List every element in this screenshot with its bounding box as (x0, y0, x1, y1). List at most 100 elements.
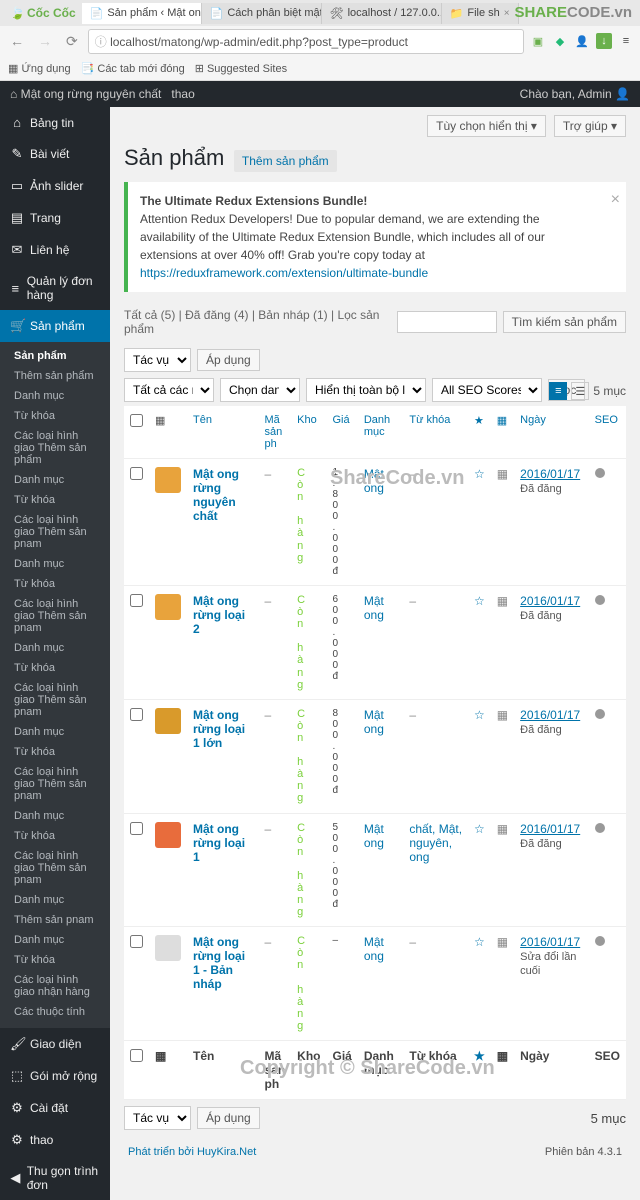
bulk-apply-button[interactable]: Áp dụng (197, 349, 260, 371)
forward-icon[interactable]: → (34, 33, 56, 49)
submenu-item[interactable]: Danh mục (0, 470, 110, 490)
bookmark-item[interactable]: ▦ Ứng dụng (8, 62, 71, 75)
bookmark-item[interactable]: 📑 Các tab mới đóng (81, 62, 185, 75)
col-name[interactable]: Tên (187, 406, 259, 459)
featured-star-icon[interactable]: ☆ (468, 459, 491, 586)
product-name-link[interactable]: Mật ong rừng loại 1 - Bản nháp (193, 935, 245, 991)
submenu-item[interactable]: Từ khóa (0, 406, 110, 426)
bookmark-item[interactable]: ⊞ Suggested Sites (195, 62, 287, 75)
user-icon[interactable]: 👤 (574, 33, 590, 49)
date-link[interactable]: 2016/01/17 (520, 594, 580, 608)
submenu-item[interactable]: Từ khóa (0, 742, 110, 762)
sidebar-item[interactable]: ⬚Gói mở rộng (0, 1060, 110, 1092)
search-button[interactable]: Tìm kiếm sản phẩm (503, 311, 626, 333)
address-bar[interactable]: ⓘ localhost/matong/wp-admin/edit.php?pos… (88, 29, 524, 54)
view-excerpt-icon[interactable]: ☰ (571, 382, 589, 400)
screen-options-button[interactable]: Tùy chọn hiển thị ▾ (427, 115, 546, 137)
sidebar-item[interactable]: ≡Quản lý đơn hàng (0, 266, 110, 310)
adminbar-user[interactable]: thao (171, 87, 194, 101)
date-link[interactable]: 2016/01/17 (520, 467, 580, 481)
row-checkbox[interactable] (130, 935, 143, 948)
submenu-item[interactable]: Các thuộc tính (0, 1002, 110, 1022)
col-star-icon[interactable]: ★ (468, 406, 491, 459)
bulk-action-select[interactable]: Tác vụ (124, 348, 191, 372)
view-list-icon[interactable]: ≡ (549, 382, 567, 400)
submenu-item[interactable]: Các loại hình giao Thêm sản pnam (0, 594, 110, 638)
date-link[interactable]: 2016/01/17 (520, 708, 580, 722)
bulk-apply-button-bottom[interactable]: Áp dụng (197, 1107, 260, 1129)
sidebar-item[interactable]: ◀Thu gọn trình đơn (0, 1156, 110, 1200)
download-icon[interactable]: ↓ (596, 33, 612, 49)
submenu-item[interactable]: Danh mục (0, 554, 110, 574)
select-all-checkbox[interactable] (130, 414, 143, 427)
row-checkbox[interactable] (130, 822, 143, 835)
adminbar-greeting[interactable]: Chào bạn, Admin 👤 (520, 87, 630, 101)
submenu-item[interactable]: Danh mục (0, 806, 110, 826)
submenu-item[interactable]: Từ khóa (0, 950, 110, 970)
sidebar-item[interactable]: ✉Liên hệ (0, 234, 110, 266)
menu-icon[interactable]: ≡ (618, 33, 634, 49)
featured-star-icon[interactable]: ☆ (468, 586, 491, 700)
sidebar-item[interactable]: 🖌Giao diện (0, 1028, 110, 1060)
submenu-item[interactable]: Từ khóa (0, 826, 110, 846)
submenu-item[interactable]: Các loại hình giao Thêm sản pnam (0, 846, 110, 890)
submenu-item[interactable]: Danh mục (0, 722, 110, 742)
product-name-link[interactable]: Mật ong rừng loại 1 (193, 822, 245, 864)
filter-cat-select[interactable]: Chọn danh mục (220, 378, 300, 402)
featured-star-icon[interactable]: ☆ (468, 813, 491, 927)
filter-type-select[interactable]: Hiển thị toàn bộ loại sản p (306, 378, 426, 402)
submenu-item[interactable]: Danh mục (0, 930, 110, 950)
ext-icon[interactable]: ▣ (530, 33, 546, 49)
submenu-item[interactable]: Danh mục (0, 890, 110, 910)
select-all-checkbox[interactable] (130, 1049, 143, 1062)
sidebar-item[interactable]: ▤Trang (0, 202, 110, 234)
ext-icon[interactable]: ◆ (552, 33, 568, 49)
submenu-item[interactable]: Từ khóa (0, 490, 110, 510)
product-name-link[interactable]: Mật ong rừng loại 1 lớn (193, 708, 245, 750)
notice-link[interactable]: https://reduxframework.com/extension/ult… (140, 266, 428, 280)
reload-icon[interactable]: ⟳ (62, 33, 82, 50)
help-button[interactable]: Trợ giúp ▾ (554, 115, 626, 137)
cat-link[interactable]: Mật ong (364, 822, 384, 850)
sidebar-item[interactable]: ⚙thao (0, 1124, 110, 1156)
close-icon[interactable]: × (504, 8, 510, 19)
site-name[interactable]: Mật ong rừng nguyên chất (21, 87, 162, 101)
dismiss-icon[interactable]: × (611, 188, 620, 212)
submenu-item[interactable]: Các loại hình giao nhận hàng (0, 970, 110, 1002)
browser-tab-1[interactable]: 📄Cách phân biệt mật ong× (202, 3, 322, 24)
back-icon[interactable]: ← (6, 33, 28, 49)
submenu-item[interactable]: Danh mục (0, 638, 110, 658)
submenu-item[interactable]: Các loại hình giao Thêm sản pnam (0, 678, 110, 722)
cat-link[interactable]: Mật ong (364, 935, 384, 963)
submenu-item[interactable]: Các loại hình giao Thêm sản phẩm (0, 426, 110, 470)
product-name-link[interactable]: Mật ong rừng loại 2 (193, 594, 245, 636)
submenu-item[interactable]: Các loại hình giao Thêm sản pnam (0, 510, 110, 554)
submenu-item[interactable]: Danh mục (0, 386, 110, 406)
submenu-item[interactable]: Thêm sản pnam (0, 910, 110, 930)
col-date[interactable]: Ngày (514, 406, 589, 459)
row-checkbox[interactable] (130, 467, 143, 480)
browser-tab-3[interactable]: 📁File sh× (442, 3, 519, 24)
submenu-item[interactable]: Các loại hình giao Thêm sản pnam (0, 762, 110, 806)
sidebar-item[interactable]: ⚙Cài đặt (0, 1092, 110, 1124)
browser-tab-0[interactable]: 📄Sản phẩm ‹ Mật ong rừn× (82, 3, 202, 24)
add-new-button[interactable]: Thêm sản phẩm (234, 150, 337, 172)
submenu-item[interactable]: Từ khóa (0, 574, 110, 594)
search-input[interactable] (397, 311, 497, 333)
sidebar-item[interactable]: ▭Ảnh slider (0, 170, 110, 202)
date-link[interactable]: 2016/01/17 (520, 822, 580, 836)
row-checkbox[interactable] (130, 708, 143, 721)
home-icon[interactable]: ⌂ (10, 87, 17, 101)
submenu-item[interactable]: Sản phẩm (0, 346, 110, 366)
submenu-item[interactable]: Thêm sản phẩm (0, 366, 110, 386)
featured-star-icon[interactable]: ☆ (468, 927, 491, 1041)
cat-link[interactable]: Mật ong (364, 708, 384, 736)
product-name-link[interactable]: Mật ong rừng nguyên chất (193, 467, 239, 523)
sidebar-item[interactable]: 🛒Sản phẩm (0, 310, 110, 342)
footer-credit[interactable]: Phát triển bởi HuyKira.Net (128, 1146, 256, 1158)
date-link[interactable]: 2016/01/17 (520, 935, 580, 949)
sidebar-item[interactable]: ⌂Bảng tin (0, 107, 110, 138)
featured-star-icon[interactable]: ☆ (468, 699, 491, 813)
cat-link[interactable]: Mật ong (364, 467, 384, 495)
filter-date-select[interactable]: Tất cả các ngày (124, 378, 214, 402)
